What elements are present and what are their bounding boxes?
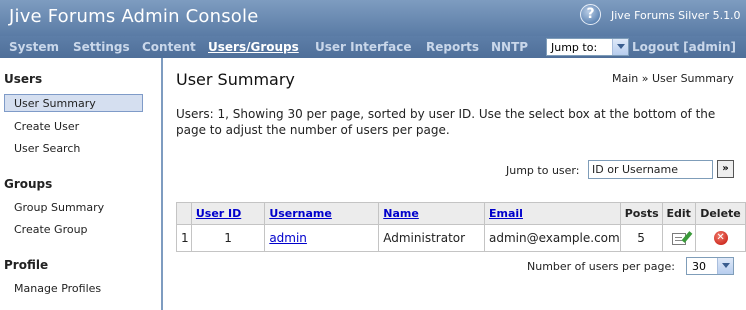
- sidebar-item-group-summary[interactable]: Group Summary: [14, 201, 104, 214]
- sidebar-heading-profile: Profile: [4, 258, 49, 272]
- table-header-row: User ID Username Name Email Posts Edit D…: [176, 202, 746, 225]
- delete-icon[interactable]: ✕: [713, 231, 728, 246]
- row-username-cell: admin: [264, 224, 380, 252]
- breadcrumb-separator: »: [641, 72, 649, 85]
- per-page-label: Number of users per page:: [527, 260, 675, 273]
- nav-user-interface[interactable]: User Interface: [315, 40, 412, 54]
- sidebar-heading-groups: Groups: [4, 177, 53, 191]
- sidebar-item-manage-profiles[interactable]: Manage Profiles: [14, 282, 101, 295]
- nav-users-groups[interactable]: Users/Groups: [208, 40, 299, 54]
- main-nav: System Settings Content Users/Groups Use…: [0, 36, 746, 58]
- row-delete-cell: ✕: [695, 224, 746, 252]
- page-title: User Summary: [176, 70, 295, 89]
- breadcrumb-main-link[interactable]: Main: [612, 72, 638, 85]
- user-table: User ID Username Name Email Posts Edit D…: [176, 202, 746, 252]
- sidebar-item-user-search[interactable]: User Search: [14, 142, 80, 155]
- row-index: 1: [176, 224, 192, 252]
- col-header-user-id[interactable]: User ID: [190, 202, 266, 225]
- username-link[interactable]: admin: [269, 231, 307, 245]
- jump-to-user-go-button[interactable]: »: [717, 160, 734, 178]
- jump-to-select[interactable]: Jump to:: [546, 38, 629, 56]
- row-email: admin@example.com: [484, 224, 621, 252]
- nav-nntp[interactable]: NNTP: [491, 40, 528, 54]
- app-title: Jive Forums Admin Console: [9, 6, 259, 27]
- version-label: Jive Forums Silver 5.1.0: [611, 9, 741, 22]
- nav-reports[interactable]: Reports: [426, 40, 479, 54]
- col-header-index: [176, 202, 192, 225]
- jump-to-value: Jump to:: [551, 41, 598, 54]
- sidebar-item-create-group[interactable]: Create Group: [14, 223, 88, 236]
- sidebar-item-create-user[interactable]: Create User: [14, 120, 79, 133]
- edit-icon[interactable]: [671, 232, 686, 245]
- help-icon[interactable]: ?: [580, 4, 601, 25]
- col-header-name[interactable]: Name: [378, 202, 485, 225]
- nav-content[interactable]: Content: [142, 40, 196, 54]
- table-row: 1 1 admin Administrator admin@example.co…: [176, 224, 746, 252]
- breadcrumb-current: User Summary: [652, 72, 734, 85]
- sidebar: Users User Summary Create User User Sear…: [0, 58, 163, 310]
- page-description: Users: 1, Showing 30 per page, sorted by…: [176, 107, 716, 137]
- nav-system[interactable]: System: [9, 40, 59, 54]
- breadcrumb: Main » User Summary: [612, 72, 734, 85]
- jump-to-user-input[interactable]: [588, 160, 713, 179]
- app-header: Jive Forums Admin Console ? Jive Forums …: [0, 0, 746, 36]
- nav-settings[interactable]: Settings: [73, 40, 130, 54]
- row-user-id: 1: [190, 224, 266, 252]
- col-header-edit: Edit: [661, 202, 697, 225]
- logout-link[interactable]: Logout [admin]: [632, 40, 736, 54]
- per-page-select[interactable]: 30: [686, 257, 734, 275]
- sidebar-heading-users: Users: [4, 72, 43, 86]
- jump-to-user-label: Jump to user:: [506, 164, 580, 177]
- per-page-value: 30: [692, 260, 706, 273]
- col-header-email[interactable]: Email: [484, 202, 621, 225]
- sidebar-item-user-summary[interactable]: User Summary: [4, 94, 143, 112]
- col-header-posts: Posts: [619, 202, 663, 225]
- col-header-username[interactable]: Username: [264, 202, 380, 225]
- chevron-down-icon: [717, 258, 733, 274]
- row-posts: 5: [619, 224, 663, 252]
- row-edit-cell: [661, 224, 697, 252]
- row-name: Administrator: [378, 224, 485, 252]
- chevron-down-icon: [612, 39, 628, 55]
- col-header-delete: Delete: [695, 202, 746, 225]
